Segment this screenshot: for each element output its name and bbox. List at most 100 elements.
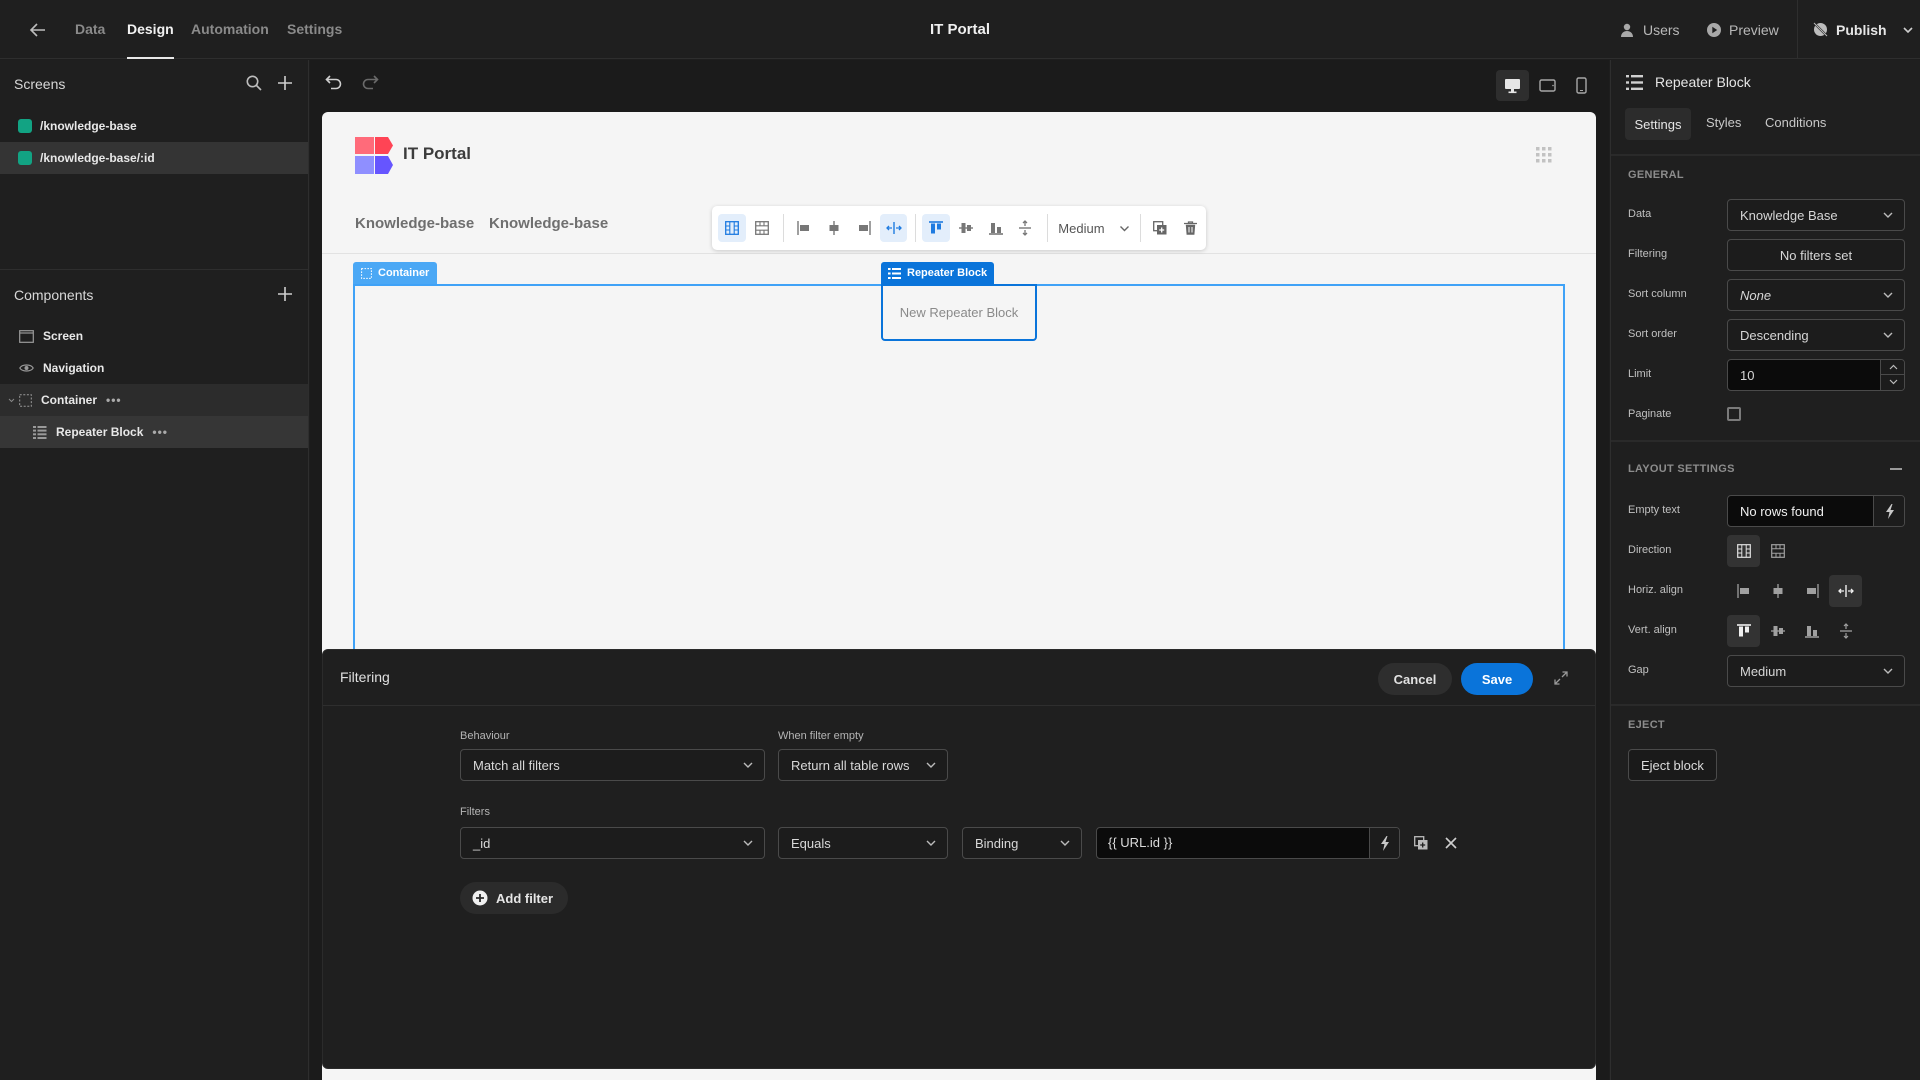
tab-styles[interactable]: Styles (1706, 115, 1741, 130)
chevron-down-icon[interactable] (8, 397, 15, 404)
filter-operator-select[interactable]: Equals (778, 827, 948, 859)
tab-settings[interactable]: Settings (1625, 108, 1691, 140)
align-right-icon (858, 221, 871, 235)
more-options-icon[interactable]: ••• (152, 425, 168, 439)
delete-button[interactable] (1176, 214, 1204, 242)
duplicate-filter-button[interactable] (1414, 836, 1428, 850)
component-item-navigation[interactable]: Navigation (0, 352, 308, 384)
stretch-vertical-icon (1839, 623, 1852, 639)
decrement-button[interactable] (1881, 375, 1904, 389)
device-desktop-button[interactable] (1496, 70, 1529, 101)
users-button[interactable]: Users (1620, 0, 1680, 59)
valign-middle-button[interactable] (952, 214, 980, 242)
filtering-label: Filtering (1628, 248, 1668, 260)
align-left-icon (1736, 584, 1749, 598)
binding-button[interactable] (1369, 828, 1399, 858)
align-left-button[interactable] (790, 214, 818, 242)
binding-button[interactable] (1873, 496, 1904, 526)
valign-top-button[interactable] (922, 214, 951, 242)
redo-button[interactable] (361, 74, 379, 90)
limit-input[interactable]: 10 (1727, 359, 1905, 391)
repeater-block-tag[interactable]: Repeater Block (881, 262, 995, 284)
divider (783, 214, 785, 242)
save-button[interactable]: Save (1461, 663, 1533, 695)
tab-data[interactable]: Data (75, 0, 105, 59)
filtering-button[interactable]: No filters set (1727, 239, 1905, 271)
filter-field-select[interactable]: _id (460, 827, 765, 859)
align-stretch-button[interactable] (1829, 575, 1862, 607)
columns-icon (1736, 544, 1751, 558)
eye-icon (19, 364, 34, 372)
device-tablet-button[interactable] (1531, 70, 1564, 101)
publish-button[interactable]: Publish (1812, 0, 1914, 59)
add-screen-button[interactable] (276, 74, 294, 92)
duplicate-button[interactable] (1147, 214, 1175, 242)
collapse-section-icon[interactable] (1890, 468, 1902, 470)
gap-select[interactable]: Medium (1727, 655, 1905, 687)
align-right-button[interactable] (850, 214, 878, 242)
align-right-button[interactable] (1795, 575, 1828, 607)
direction-rows-button[interactable] (1761, 535, 1794, 567)
direction-rows-button[interactable] (748, 214, 776, 242)
valign-top-button[interactable] (1727, 615, 1760, 647)
menu-grid-icon[interactable] (1535, 146, 1553, 164)
sort-order-select[interactable]: Descending (1727, 319, 1905, 351)
filter-type-select[interactable]: Binding (962, 827, 1082, 859)
nav-link[interactable]: Knowledge-base (355, 215, 474, 232)
add-component-button[interactable] (276, 285, 294, 303)
direction-columns-button[interactable] (718, 214, 746, 242)
eject-block-button[interactable]: Eject block (1628, 749, 1717, 781)
screen-item[interactable]: /knowledge-base (0, 110, 308, 142)
tab-design[interactable]: Design (127, 0, 174, 59)
valign-stretch-button[interactable] (1829, 615, 1862, 647)
valign-bottom-button[interactable] (982, 214, 1010, 242)
undo-button[interactable] (325, 74, 343, 90)
gap-select[interactable]: Medium (1054, 221, 1133, 236)
nav-link[interactable]: Knowledge-base (489, 215, 608, 232)
filter-value-input[interactable]: {{ URL.id }} (1108, 835, 1172, 850)
tab-conditions[interactable]: Conditions (1765, 115, 1826, 130)
gap-label: Gap (1628, 664, 1649, 676)
expand-button[interactable] (1553, 670, 1569, 686)
when-empty-select[interactable]: Return all table rows (778, 749, 948, 781)
component-label: Navigation (43, 361, 105, 375)
align-stretch-button[interactable] (879, 214, 908, 242)
tab-automation[interactable]: Automation (191, 0, 269, 59)
search-screens-button[interactable] (245, 74, 263, 92)
behaviour-select[interactable]: Match all filters (460, 749, 765, 781)
back-button[interactable] (28, 20, 48, 40)
tab-settings[interactable]: Settings (287, 0, 342, 59)
limit-stepper[interactable] (1880, 360, 1904, 390)
container-tag[interactable]: Container (353, 262, 438, 284)
align-left-button[interactable] (1727, 575, 1760, 607)
direction-columns-button[interactable] (1727, 535, 1760, 567)
trash-icon (1183, 221, 1197, 235)
eject-section-title: EJECT (1628, 719, 1665, 731)
component-item-container[interactable]: Container ••• (0, 384, 308, 416)
data-select[interactable]: Knowledge Base (1727, 199, 1905, 231)
valign-bottom-button[interactable] (1795, 615, 1828, 647)
filter-value-field[interactable]: {{ URL.id }} (1096, 827, 1400, 859)
device-mobile-button[interactable] (1565, 70, 1598, 101)
align-center-button[interactable] (1761, 575, 1794, 607)
cancel-button[interactable]: Cancel (1378, 663, 1452, 695)
components-title: Components (14, 287, 94, 303)
screen-item[interactable]: /knowledge-base/:id (0, 142, 308, 174)
component-item-repeater-block[interactable]: Repeater Block ••• (0, 416, 308, 448)
valign-stretch-button[interactable] (1012, 214, 1040, 242)
repeater-block[interactable]: New Repeater Block (881, 284, 1037, 341)
sort-column-select[interactable]: None (1727, 279, 1905, 311)
divider (915, 214, 917, 242)
paginate-checkbox[interactable] (1727, 407, 1741, 421)
more-options-icon[interactable]: ••• (106, 393, 122, 407)
valign-middle-button[interactable] (1761, 615, 1794, 647)
component-item-screen[interactable]: Screen (0, 320, 308, 352)
preview-button[interactable]: Preview (1706, 0, 1779, 59)
increment-button[interactable] (1881, 360, 1904, 375)
sort-order-label: Sort order (1628, 328, 1677, 340)
align-center-button[interactable] (820, 214, 848, 242)
screen-route: /knowledge-base (40, 119, 137, 133)
remove-filter-button[interactable] (1445, 837, 1457, 849)
add-filter-button[interactable]: Add filter (460, 882, 569, 914)
empty-text-input[interactable]: No rows found (1727, 495, 1905, 527)
